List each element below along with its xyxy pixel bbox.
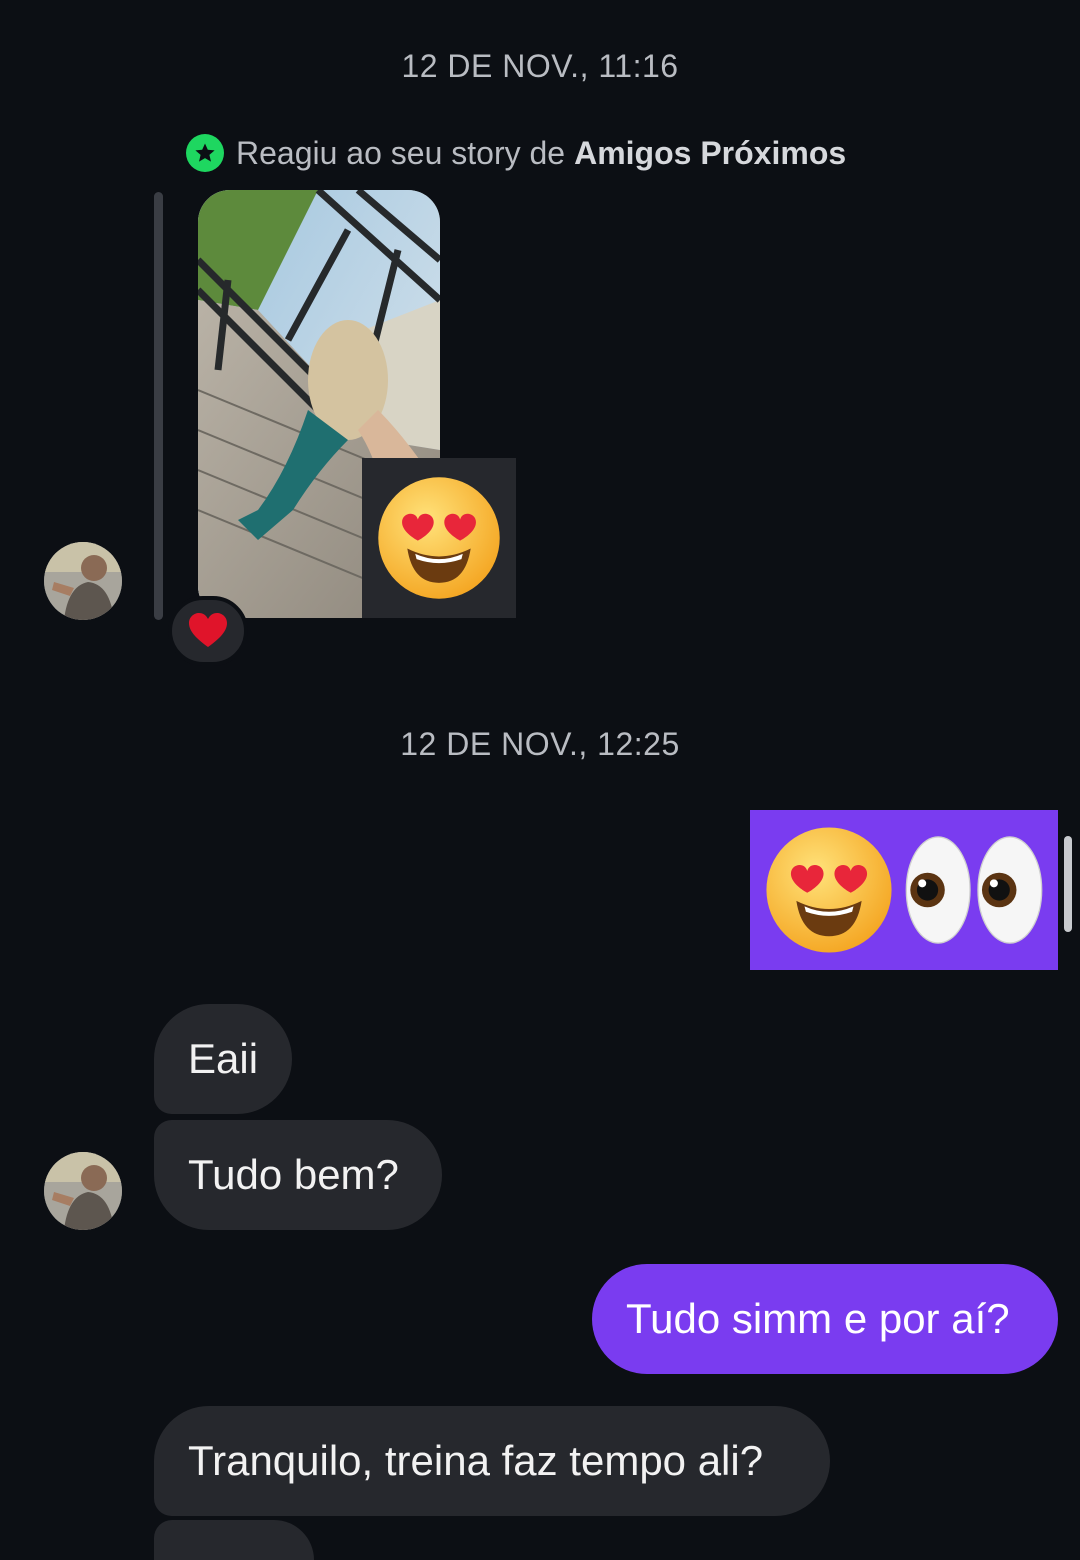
sent-emoji-message[interactable] bbox=[750, 810, 1058, 970]
story-reply-prefix: Reagiu ao seu story de bbox=[236, 134, 566, 171]
avatar[interactable] bbox=[44, 1152, 122, 1230]
timestamp: 12 DE NOV., 11:16 bbox=[401, 48, 679, 84]
heart-eyes-emoji bbox=[766, 827, 892, 953]
scrollbar[interactable] bbox=[1064, 836, 1072, 932]
story-reply-header: Reagiu ao seu story de Amigos Próximos bbox=[186, 134, 846, 172]
red-heart-icon bbox=[189, 613, 227, 647]
received-message[interactable]: Eaii bbox=[154, 1004, 292, 1114]
timestamp: 12 DE NOV., 12:25 bbox=[400, 726, 680, 762]
eyes-emoji bbox=[905, 836, 1043, 944]
story-type-label: Amigos Próximos bbox=[574, 134, 847, 171]
received-message[interactable]: Tranquilo, treina faz tempo ali? bbox=[154, 1406, 830, 1516]
avatar[interactable] bbox=[44, 542, 122, 620]
heart-reaction[interactable] bbox=[168, 596, 248, 666]
sent-message[interactable]: Tudo simm e por aí? bbox=[592, 1264, 1058, 1374]
heart-eyes-emoji bbox=[362, 458, 516, 618]
star-icon bbox=[186, 134, 224, 172]
received-message-partial[interactable] bbox=[154, 1520, 314, 1560]
received-message[interactable]: Tudo bem? bbox=[154, 1120, 442, 1230]
reply-indicator-bar bbox=[154, 192, 163, 620]
